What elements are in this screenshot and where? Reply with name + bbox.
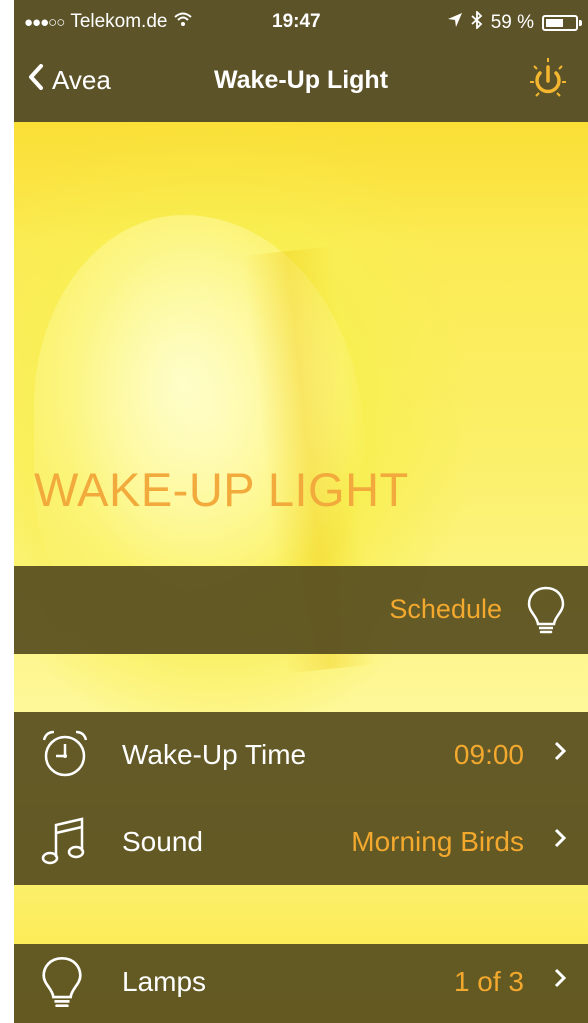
music-note-icon <box>40 815 90 872</box>
settings-row-label: Sound <box>122 826 203 857</box>
status-left: ●●●○○ Telekom.de <box>24 11 193 33</box>
settings-row-value: 09:00 <box>453 739 524 770</box>
carrier-name: Telekom.de <box>70 11 168 32</box>
chevron-right-icon <box>554 740 567 768</box>
navigation-bar: Avea Wake-Up Light <box>14 50 588 122</box>
location-icon <box>447 12 463 34</box>
alarm-clock-icon <box>40 728 90 785</box>
status-time: 19:47 <box>272 11 321 32</box>
page-title: Wake-Up Light <box>213 66 389 94</box>
settings-panel: Wake-Up Time 09:00 Sound Morning Birds <box>14 712 588 885</box>
schedule-label: Schedule <box>389 594 502 624</box>
lightbulb-icon <box>40 954 84 1015</box>
chevron-right-icon <box>554 967 567 995</box>
power-icon <box>530 58 566 97</box>
power-button[interactable] <box>524 56 572 104</box>
status-right: 59 % <box>447 9 582 35</box>
settings-row-value: Morning Birds <box>351 826 524 857</box>
bluetooth-icon <box>471 9 483 35</box>
battery-icon <box>542 15 582 31</box>
lamps-panel: Lamps 1 of 3 <box>14 944 588 1023</box>
status-bar: ●●●○○ Telekom.de 19:47 59 % <box>14 0 588 44</box>
battery-percent: 59 % <box>490 12 534 33</box>
top-bar: ●●●○○ Telekom.de 19:47 59 % Avea Wake-Up… <box>14 0 588 122</box>
background-glow <box>14 120 588 240</box>
hero-title: WAKE-UP LIGHT <box>34 463 409 516</box>
settings-row-lamps[interactable]: Lamps 1 of 3 <box>14 944 588 1023</box>
chevron-right-icon <box>554 827 567 855</box>
wifi-icon <box>173 11 193 33</box>
lamps-value: 1 of 3 <box>453 966 524 997</box>
signal-strength-icon: ●●●○○ <box>24 13 65 31</box>
settings-row-label: Wake-Up Time <box>122 739 307 770</box>
battery-fill <box>546 19 563 27</box>
app-screen: ●●●○○ Telekom.de 19:47 59 % Avea Wake-Up… <box>14 0 588 1023</box>
lightbulb-icon <box>526 584 566 641</box>
settings-row-wake-up-time[interactable]: Wake-Up Time 09:00 <box>14 712 588 798</box>
settings-row-sound[interactable]: Sound Morning Birds <box>14 799 588 885</box>
schedule-bar[interactable]: Schedule <box>14 566 588 654</box>
lamps-label: Lamps <box>122 966 207 997</box>
